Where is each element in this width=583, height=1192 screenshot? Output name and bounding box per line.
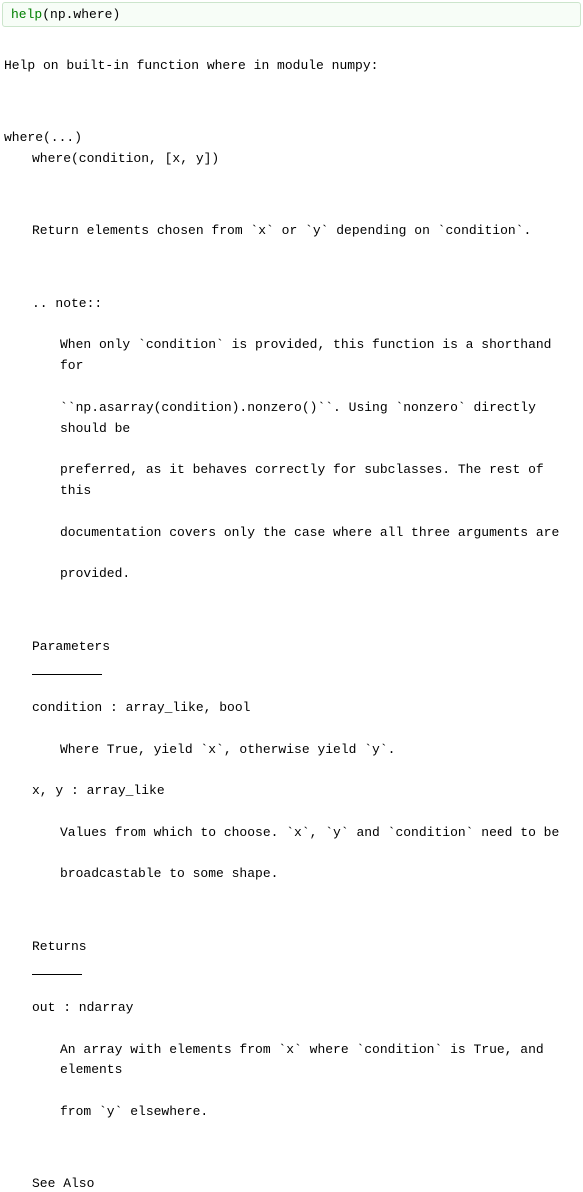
code-input-cell[interactable]: help(np.where) — [2, 2, 581, 27]
note-line: When only `condition` is provided, this … — [4, 335, 579, 377]
param-xy: x, y : array_like — [4, 781, 579, 802]
param-xy-desc: broadcastable to some shape. — [4, 864, 579, 885]
note-directive: .. note:: — [4, 294, 579, 315]
return-out-desc: from `y` elsewhere. — [4, 1102, 579, 1123]
section-returns: Returns — [4, 937, 579, 958]
return-out-desc: An array with elements from `x` where `c… — [4, 1040, 579, 1082]
summary-line: Return elements chosen from `x` or `y` d… — [4, 221, 579, 242]
signature-short: where(...) — [4, 130, 82, 145]
code-arg: np.where — [50, 7, 112, 22]
signature-full: where(condition, [x, y]) — [4, 149, 579, 170]
param-xy-desc: Values from which to choose. `x`, `y` an… — [4, 823, 579, 844]
code-rparen: ) — [112, 7, 120, 22]
param-condition: condition : array_like, bool — [4, 698, 579, 719]
section-see-also: See Also — [4, 1174, 579, 1192]
section-underline — [32, 674, 102, 675]
section-parameters: Parameters — [4, 637, 579, 658]
note-line: documentation covers only the case where… — [4, 523, 579, 544]
code-fn-help: help — [11, 7, 42, 22]
note-line: ``np.asarray(condition).nonzero()``. Usi… — [4, 398, 579, 440]
help-header: Help on built-in function where in modul… — [4, 58, 378, 73]
param-condition-desc: Where True, yield `x`, otherwise yield `… — [4, 740, 579, 761]
help-output: Help on built-in function where in modul… — [0, 29, 583, 1192]
return-out: out : ndarray — [4, 998, 579, 1019]
section-underline — [32, 974, 82, 975]
note-line: preferred, as it behaves correctly for s… — [4, 460, 579, 502]
note-line: provided. — [4, 564, 579, 585]
code-lparen: ( — [42, 7, 50, 22]
